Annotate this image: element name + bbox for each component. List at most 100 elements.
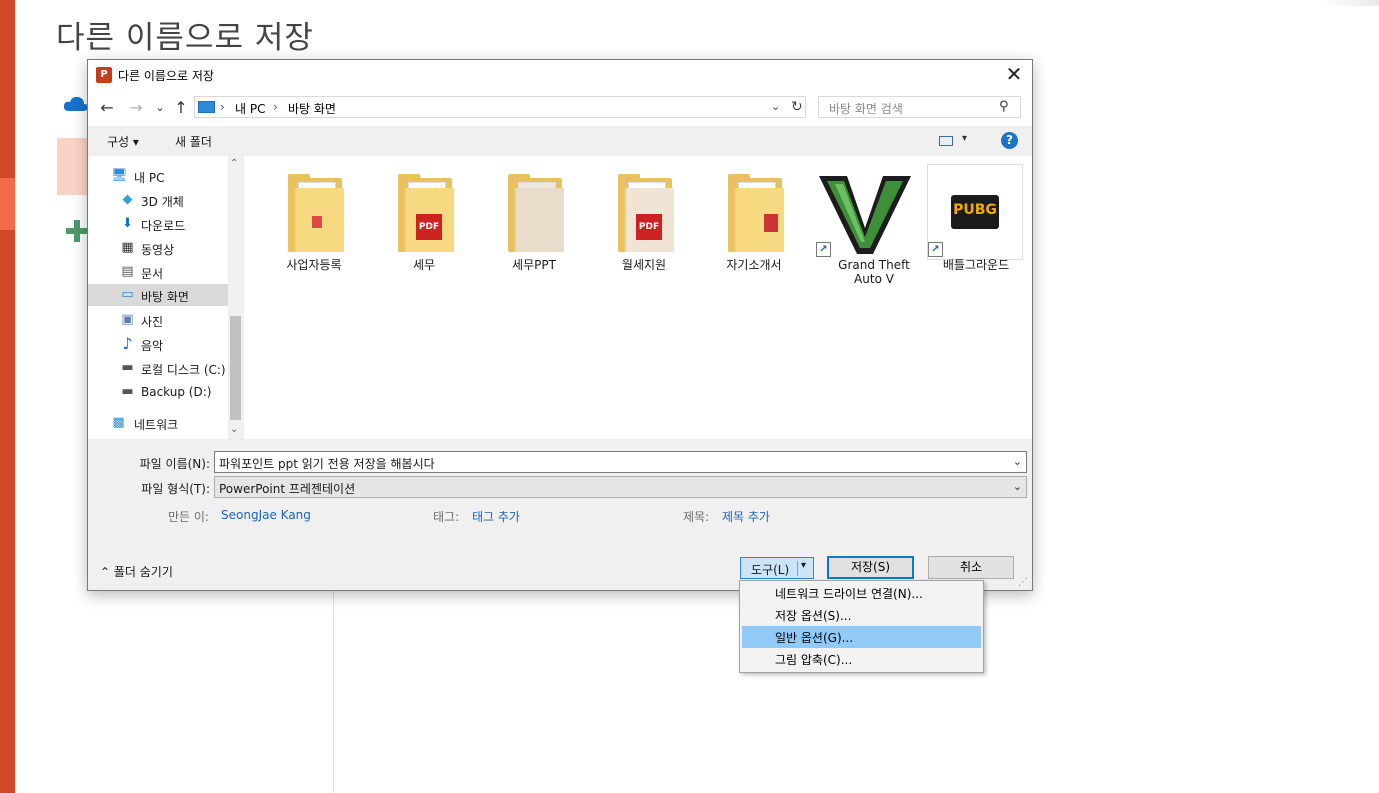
onedrive-icon[interactable] (63, 95, 89, 113)
menu-item-map-network-drive[interactable]: 네트워크 드라이브 연결(N)... (742, 582, 981, 604)
pdf-icon: PDF (416, 214, 442, 240)
close-button[interactable]: ✕ (1002, 64, 1026, 86)
filename-value: 파워포인트 ppt 읽기 전용 저장을 해봅시다 (219, 457, 435, 471)
nav-item-this-pc[interactable]: 🖥 내 PC (88, 165, 228, 187)
new-folder-button[interactable]: 새 폴더 (175, 133, 212, 150)
nav-item-videos[interactable]: ▦ 동영상 (88, 237, 228, 259)
nav-item-music[interactable]: ♪ 음악 (88, 333, 228, 355)
folder-icon: PDF (618, 174, 674, 252)
folder-item[interactable]: 자기소개서 (704, 164, 804, 294)
refresh-icon[interactable]: ↻ (791, 99, 803, 115)
folder-label: 자기소개서 (726, 258, 782, 272)
backstage-title: 다른 이름으로 저장 (56, 20, 314, 56)
nav-item-documents[interactable]: ▤ 문서 (88, 261, 228, 283)
help-icon[interactable]: ? (1001, 132, 1018, 149)
folder-item[interactable]: 세무PPT (484, 164, 584, 294)
breadcrumb-separator[interactable]: › (273, 100, 278, 114)
filename-label: 파일 이름(N): (139, 457, 210, 471)
folder-label: 월세지원 (621, 258, 667, 272)
tags-label: 태그: (433, 510, 460, 524)
resize-grip-icon[interactable]: ⋰ (1018, 577, 1028, 588)
nav-item-desktop[interactable]: ▭ 바탕 화면 (88, 284, 228, 306)
breadcrumb-separator[interactable]: › (220, 100, 225, 114)
chevron-down-icon[interactable]: ⌄ (1013, 455, 1022, 468)
folder-item[interactable]: PDF 월세지원 (594, 164, 694, 294)
menu-item-save-options[interactable]: 저장 옵션(S)... (742, 604, 981, 626)
nav-item-label: Backup (D:) (141, 385, 212, 399)
back-icon[interactable]: ← (97, 98, 117, 118)
filetype-select[interactable]: PowerPoint 프레젠테이션 ⌄ (214, 476, 1027, 498)
breadcrumb-pc[interactable]: 내 PC (235, 100, 265, 117)
dialog-titlebar: P 다른 이름으로 저장 ✕ (88, 60, 1032, 90)
nav-item-label: 내 PC (134, 171, 165, 185)
forward-icon[interactable]: → (126, 98, 146, 118)
menu-item-label: 그림 압축(C)... (775, 653, 853, 667)
view-dropdown-icon[interactable]: ▾ (962, 133, 967, 144)
recent-locations-icon[interactable]: ⌄ (150, 98, 170, 118)
nav-item-local-disk[interactable]: ▬ 로컬 디스크 (C:) (88, 357, 229, 379)
cancel-button[interactable]: 취소 (928, 556, 1014, 579)
drive-icon: ▬ (121, 384, 134, 399)
nav-item-label: 바탕 화면 (141, 290, 189, 304)
menu-item-compress-pictures[interactable]: 그림 압축(C)... (742, 648, 981, 670)
file-list: 사업자등록 PDF 세무 세무PPT PDF 월세지원 자기소개서 ↗ Gran… (244, 156, 1032, 439)
shortcut-arrow-icon: ↗ (928, 242, 943, 257)
pdf-icon: PDF (636, 214, 662, 240)
tools-split-divider (797, 561, 798, 576)
menu-item-label: 일반 옵션(G)... (775, 631, 854, 645)
network-icon: ▩ (112, 415, 125, 430)
nav-item-label: 로컬 디스크 (C:) (141, 363, 226, 377)
tools-menu: 네트워크 드라이브 연결(N)... 저장 옵션(S)... 일반 옵션(G).… (739, 580, 984, 673)
folder-item[interactable]: PDF 세무 (374, 164, 474, 294)
grand-theft-auto-icon (819, 176, 911, 254)
save-button[interactable]: 저장(S) (827, 556, 914, 579)
folder-label: 사업자등록 (286, 258, 342, 272)
breadcrumb-desktop[interactable]: 바탕 화면 (288, 100, 336, 117)
scroll-down-icon[interactable]: ⌄ (230, 424, 238, 435)
add-place-icon[interactable] (66, 220, 88, 242)
filename-input[interactable]: 파워포인트 ppt 읽기 전용 저장을 해봅시다 ⌄ (214, 451, 1027, 473)
folder-icon (508, 174, 564, 252)
desktop-icon: ▭ (121, 287, 134, 302)
nav-item-label: 사진 (141, 315, 164, 329)
scroll-up-icon[interactable]: ⌃ (230, 158, 238, 169)
add-title-link[interactable]: 제목 추가 (722, 508, 770, 525)
music-icon: ♪ (122, 334, 133, 353)
nav-item-pictures[interactable]: ▣ 사진 (88, 309, 228, 331)
scrollbar-thumb[interactable] (230, 316, 241, 420)
title-label: 제목: (683, 510, 710, 524)
address-bar[interactable]: › 내 PC › 바탕 화면 ⌄ ↻ (194, 96, 806, 118)
menu-item-general-options[interactable]: 일반 옵션(G)... (742, 626, 981, 648)
menu-item-label: 네트워크 드라이브 연결(N)... (775, 587, 923, 601)
nav-item-backup-drive[interactable]: ▬ Backup (D:) (88, 381, 228, 403)
local-disk-icon: ▬ (121, 360, 134, 375)
nav-item-3d-objects[interactable]: ◆ 3D 개체 (88, 189, 228, 211)
search-input[interactable]: 바탕 화면 검색 ⚲ (818, 96, 1021, 118)
3d-objects-icon: ◆ (122, 192, 133, 207)
folder-icon: PDF (398, 174, 454, 252)
hide-folders-button[interactable]: ⌃ 폴더 숨기기 (100, 563, 173, 580)
authors-value[interactable]: SeongJae Kang (221, 508, 311, 522)
up-icon[interactable]: ↑ (171, 98, 191, 118)
nav-item-downloads[interactable]: ⬇ 다운로드 (88, 213, 228, 235)
nav-item-network[interactable]: ▩ 네트워크 (88, 412, 228, 434)
nav-scrollbar[interactable]: ⌃ ⌄ (228, 156, 243, 439)
shortcut-item[interactable]: PUBG ↗ 배틀그라운드 (926, 164, 1026, 294)
tools-button[interactable]: 도구(L) ▾ (740, 557, 814, 579)
search-icon[interactable]: ⚲ (999, 99, 1009, 114)
this-pc-location-selected[interactable] (57, 138, 89, 195)
menu-item-label: 저장 옵션(S)... (775, 609, 852, 623)
chevron-down-icon[interactable]: ⌄ (1013, 480, 1022, 493)
authors-label: 만든 이: (168, 510, 209, 524)
add-tag-link[interactable]: 태그 추가 (472, 508, 520, 525)
shortcut-arrow-icon: ↗ (816, 242, 831, 257)
view-options-icon[interactable] (939, 136, 953, 146)
backstage-accent-highlight (0, 178, 15, 230)
filetype-value: PowerPoint 프레젠테이션 (219, 482, 356, 496)
organize-button[interactable]: 구성 ▾ (107, 133, 139, 150)
shortcut-item[interactable]: ↗ Grand Theft Auto V (814, 164, 914, 294)
chevron-down-icon[interactable]: ▾ (801, 560, 806, 571)
chevron-down-icon[interactable]: ⌄ (771, 100, 780, 113)
navigation-bar: ← → ⌄ ↑ › 내 PC › 바탕 화면 ⌄ ↻ 바탕 화면 검색 ⚲ (88, 90, 1032, 126)
folder-item[interactable]: 사업자등록 (264, 164, 364, 294)
